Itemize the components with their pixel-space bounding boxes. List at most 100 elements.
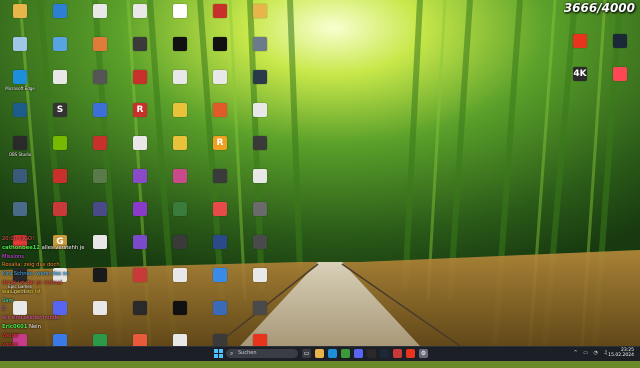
desktop-icon[interactable] [44, 200, 76, 236]
chat-text: dreck ist der pc normal [2, 280, 63, 286]
desktop-icon[interactable] [124, 266, 156, 302]
doc-icon [213, 70, 227, 84]
desktop-icon[interactable] [124, 233, 156, 269]
desktop-icon[interactable] [164, 266, 196, 302]
desktop-icon[interactable] [44, 167, 76, 203]
desktop-icon[interactable] [84, 101, 116, 137]
desktop-icon[interactable] [244, 200, 276, 236]
desktop-icon[interactable] [204, 2, 236, 38]
taskbar-search-box[interactable]: ⌕ Suchen [226, 349, 298, 358]
desktop-icon[interactable] [164, 167, 196, 203]
desktop-icon[interactable] [244, 233, 276, 269]
app-icon [253, 301, 267, 315]
app-icon [93, 235, 107, 249]
desktop-icon[interactable] [164, 233, 196, 269]
desktop-icon[interactable] [124, 167, 156, 203]
desktop-icon[interactable] [244, 68, 276, 104]
desktop-icon[interactable] [84, 299, 116, 335]
app-icon [133, 301, 147, 315]
desktop-icon[interactable]: S [44, 101, 76, 137]
desktop-icon[interactable] [604, 65, 636, 101]
app-icon [133, 235, 147, 249]
desktop-icon[interactable]: R [124, 101, 156, 137]
desktop-icon[interactable] [164, 200, 196, 236]
desktop-icon[interactable] [44, 35, 76, 71]
desktop-icon[interactable] [164, 101, 196, 137]
desktop-icon[interactable] [564, 32, 596, 68]
app-icon [213, 103, 227, 117]
task-view-icon[interactable]: ▭ [302, 349, 311, 358]
desktop-icon[interactable] [124, 2, 156, 38]
desktop-icon[interactable] [164, 68, 196, 104]
app-icon [93, 268, 107, 282]
taskbar-clock[interactable]: 23:25 15.02.2024 [608, 348, 634, 358]
desktop-icon[interactable] [164, 134, 196, 170]
desktop-icon[interactable] [204, 200, 236, 236]
desktop-icon[interactable] [124, 35, 156, 71]
desktop-icon[interactable]: OBS Studio [4, 134, 36, 170]
desktop-icon[interactable] [204, 101, 236, 137]
desktop-icon[interactable] [204, 68, 236, 104]
desktop-icon[interactable] [124, 200, 156, 236]
obs-taskbar-icon[interactable] [367, 349, 376, 358]
desktop-icon[interactable]: Microsoft Edge [4, 68, 36, 104]
desktop-icon[interactable] [244, 101, 276, 137]
chat-text: Rosalia: zeig das doch [2, 262, 60, 269]
discord-taskbar-icon[interactable] [354, 349, 363, 358]
follower-goal-counter: 3666/4000 [563, 1, 635, 15]
desktop-icon[interactable] [164, 35, 196, 71]
app-icon [173, 37, 187, 51]
file-explorer-icon[interactable] [315, 349, 324, 358]
chrome-taskbar-icon[interactable] [341, 349, 350, 358]
desktop-icon[interactable]: 4K [564, 65, 596, 101]
desktop-icon[interactable] [124, 134, 156, 170]
desktop-icon[interactable]: R [204, 134, 236, 170]
desktop-icon[interactable] [244, 35, 276, 71]
desktop-icon[interactable] [84, 266, 116, 302]
desktop-icon[interactable] [84, 200, 116, 236]
desktop-icon[interactable] [124, 68, 156, 104]
start-button[interactable] [214, 349, 223, 358]
desktop-icon[interactable] [4, 35, 36, 71]
desktop-icon[interactable] [84, 167, 116, 203]
desktop-icon[interactable] [84, 134, 116, 170]
desktop-icon[interactable] [124, 299, 156, 335]
desktop-icon[interactable] [244, 299, 276, 335]
chat-message: Rosalia: zeig das doch [2, 262, 60, 268]
app-icon [173, 103, 187, 117]
desktop-icon[interactable] [604, 32, 636, 68]
desktop-icon[interactable] [84, 68, 116, 104]
desktop-icon[interactable] [204, 167, 236, 203]
app-taskbar-icon[interactable] [393, 349, 402, 358]
doc-icon [173, 70, 187, 84]
desktop-icon-label: Microsoft Edge [5, 86, 35, 91]
edge-taskbar-icon[interactable] [328, 349, 337, 358]
desktop-icon[interactable] [84, 2, 116, 38]
desktop-icon[interactable] [164, 299, 196, 335]
desktop-icon[interactable] [244, 134, 276, 170]
app-taskbar-icon[interactable] [406, 349, 415, 358]
desktop-icon[interactable] [244, 2, 276, 38]
desktop-icon[interactable] [204, 299, 236, 335]
desktop-icon[interactable] [84, 233, 116, 269]
chat-message: cathonbee12 alles verstehh je [2, 245, 84, 251]
windows-logo-icon [219, 354, 223, 358]
settings-taskbar-icon[interactable]: ⚙ [419, 349, 428, 358]
desktop-icon[interactable] [4, 101, 36, 137]
desktop-icon[interactable] [44, 68, 76, 104]
desktop-icon[interactable] [4, 2, 36, 38]
desktop-icon[interactable] [244, 266, 276, 302]
app-icon [173, 136, 187, 150]
desktop-icon[interactable] [204, 233, 236, 269]
desktop-icon[interactable] [44, 2, 76, 38]
desktop-icon[interactable] [4, 167, 36, 203]
desktop-icon[interactable] [204, 266, 236, 302]
desktop-icon[interactable] [204, 35, 236, 71]
desktop-icon[interactable] [164, 2, 196, 38]
steam-taskbar-icon[interactable] [380, 349, 389, 358]
desktop-icon[interactable] [244, 167, 276, 203]
desktop-icon[interactable] [84, 35, 116, 71]
system-tray-icons[interactable]: ^ ▭ ◔ ♫ [573, 350, 610, 356]
desktop-icon[interactable] [44, 134, 76, 170]
desktop-icon[interactable] [4, 200, 36, 236]
